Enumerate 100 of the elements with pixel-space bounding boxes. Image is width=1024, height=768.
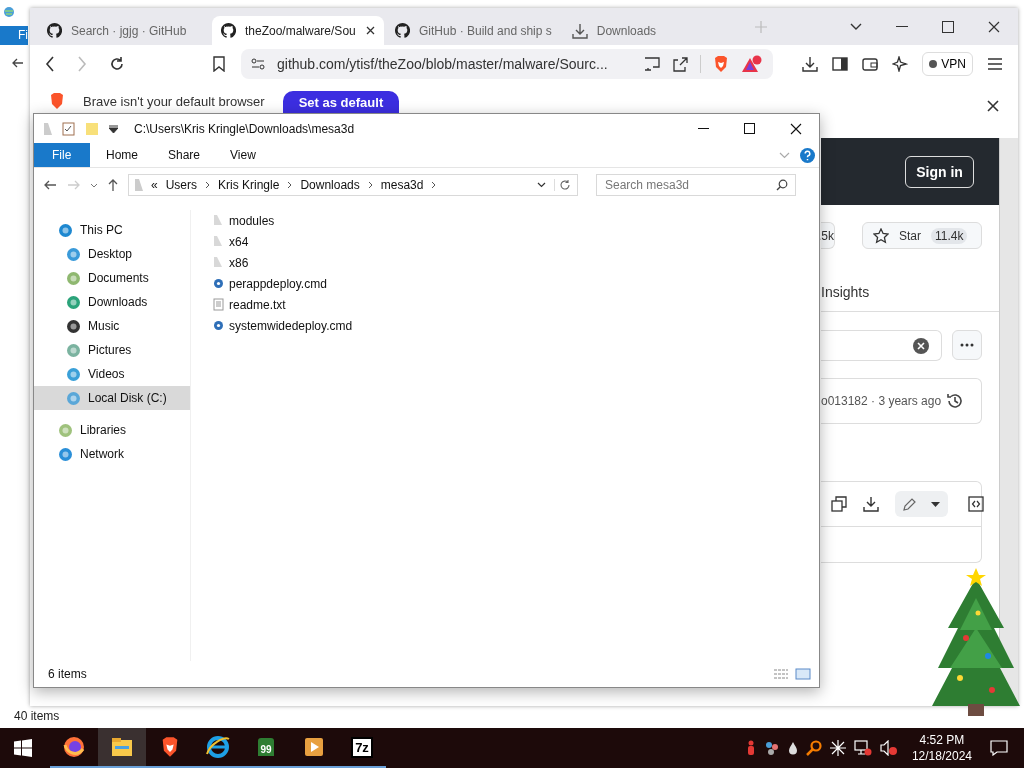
- fox-globe-icon: [63, 736, 85, 758]
- site-settings-icon[interactable]: [251, 57, 265, 70]
- nav-item[interactable]: Pictures: [34, 338, 190, 362]
- nav-item[interactable]: Libraries: [34, 418, 190, 442]
- ribbon-tab[interactable]: View: [216, 143, 270, 167]
- file-item[interactable]: perappdeploy.cmd: [213, 273, 353, 294]
- browser-tab[interactable]: theZoo/malware/Sou: [212, 16, 384, 45]
- sidebar-icon[interactable]: [832, 56, 849, 71]
- menu-icon[interactable]: [987, 56, 1003, 71]
- code-icon[interactable]: [968, 496, 984, 512]
- close-icon[interactable]: [366, 26, 375, 35]
- maximize-icon[interactable]: [942, 20, 954, 33]
- lion-icon: [49, 92, 65, 110]
- properties-icon[interactable]: [62, 121, 75, 136]
- minimize-icon[interactable]: [698, 127, 709, 130]
- folder-icon: [135, 179, 143, 191]
- taskbar-app[interactable]: 99: [242, 728, 290, 768]
- close-icon[interactable]: [987, 100, 999, 112]
- close-icon[interactable]: [988, 20, 1000, 33]
- caret-icon: [931, 501, 940, 507]
- copy-icon[interactable]: [831, 496, 847, 512]
- nav-item[interactable]: This PC: [34, 218, 190, 242]
- nav-item[interactable]: Music: [34, 314, 190, 338]
- nav-item[interactable]: Local Disk (C:): [34, 386, 190, 410]
- github-icon: [47, 23, 62, 38]
- windows-logo-icon[interactable]: [14, 739, 32, 757]
- file-item[interactable]: readme.txt: [213, 294, 353, 315]
- share-icon[interactable]: [672, 55, 688, 72]
- maximize-icon[interactable]: [744, 123, 755, 134]
- dropdown-icon[interactable]: [109, 124, 118, 133]
- notification-icon[interactable]: [990, 740, 1008, 756]
- cast-icon[interactable]: [644, 56, 660, 71]
- nav-item[interactable]: Network: [34, 442, 190, 466]
- gear-icon: [213, 320, 224, 331]
- help-icon[interactable]: [800, 147, 815, 163]
- address-field[interactable]: « Users Kris Kringle Downloads mesa3d: [128, 174, 578, 196]
- triangle-badge-icon[interactable]: [741, 54, 763, 73]
- edit-button[interactable]: [895, 491, 948, 517]
- up-arrow-icon[interactable]: [108, 178, 118, 192]
- figure-icon[interactable]: [745, 740, 756, 756]
- repo-tab[interactable]: Insights: [821, 284, 870, 300]
- ribbon-tab[interactable]: Share: [154, 143, 215, 167]
- sign-in-button[interactable]: Sign in: [905, 155, 974, 188]
- group-icon[interactable]: [763, 740, 780, 756]
- ribbon-tab[interactable]: Fi: [0, 26, 28, 45]
- taskbar-app[interactable]: 7z: [338, 728, 386, 768]
- download-icon[interactable]: [863, 496, 879, 512]
- file-search-field[interactable]: [821, 330, 942, 361]
- nav-item[interactable]: Desktop: [34, 242, 190, 266]
- drop-icon[interactable]: [787, 741, 798, 755]
- breadcrumb-item[interactable]: Kris Kringle: [218, 178, 280, 192]
- file-item[interactable]: x64: [213, 231, 353, 252]
- file-item[interactable]: modules: [213, 210, 353, 231]
- bookmark-icon[interactable]: [213, 55, 225, 72]
- ribbon-tab[interactable]: Home: [92, 143, 152, 167]
- file-item[interactable]: systemwidedeploy.cmd: [213, 315, 353, 336]
- browser-tab[interactable]: Search · jgjg · GitHub: [38, 16, 210, 45]
- asterisk-icon[interactable]: [829, 740, 846, 756]
- nav-item[interactable]: Documents: [34, 266, 190, 290]
- back-arrow-icon[interactable]: [12, 58, 24, 68]
- pin-icon: [44, 122, 52, 135]
- history-icon[interactable]: [946, 392, 964, 410]
- clock[interactable]: 4:52 PM 12/18/2024: [911, 732, 972, 764]
- browser-tab[interactable]: GitHub · Build and ship s: [386, 16, 561, 45]
- clear-icon[interactable]: [913, 337, 929, 354]
- minimize-icon[interactable]: [896, 25, 908, 28]
- back-arrow-icon[interactable]: [44, 180, 57, 190]
- reload-icon[interactable]: [109, 55, 125, 72]
- muted-speaker-icon[interactable]: [879, 740, 898, 756]
- nav-item[interactable]: Videos: [34, 362, 190, 386]
- breadcrumb-item[interactable]: Downloads: [300, 178, 360, 192]
- chevron-down-icon[interactable]: [537, 182, 546, 188]
- refresh-icon[interactable]: [554, 179, 571, 191]
- fork-count-button[interactable]: .5k: [821, 222, 835, 249]
- vpn-button[interactable]: VPN: [922, 51, 973, 76]
- breadcrumb-item[interactable]: mesa3d: [380, 178, 424, 192]
- download-icon[interactable]: [802, 55, 819, 72]
- breadcrumb-item[interactable]: Users: [165, 178, 198, 192]
- github-icon: [395, 23, 410, 38]
- breadcrumb-item[interactable]: «: [151, 178, 158, 192]
- nav-item[interactable]: Downloads: [34, 290, 190, 314]
- magnifier-icon[interactable]: [805, 740, 822, 756]
- set-default-button[interactable]: Set as default: [282, 91, 400, 113]
- chevron-down-icon[interactable]: [850, 22, 862, 31]
- network-icon[interactable]: [853, 740, 872, 756]
- close-icon[interactable]: [790, 122, 802, 135]
- search-icon[interactable]: [776, 179, 788, 191]
- back-icon[interactable]: [45, 55, 55, 72]
- file-item[interactable]: x86: [213, 252, 353, 273]
- ribbon-tab[interactable]: File: [34, 143, 90, 167]
- window-title: C:\Users\Kris Kringle\Downloads\mesa3d: [134, 121, 355, 136]
- address-bar[interactable]: github.com/ytisf/theZoo/blob/master/malware/Sourc...: [241, 48, 773, 79]
- star-button[interactable]: Star 11.4k: [862, 222, 982, 249]
- chevron-right-icon: [367, 181, 373, 189]
- browser-tab[interactable]: Downloads: [562, 16, 735, 45]
- wallet-icon[interactable]: [862, 56, 879, 71]
- lion-shield-icon[interactable]: [713, 54, 729, 73]
- sparkle-icon[interactable]: [892, 55, 909, 72]
- search-field[interactable]: Search mesa3d: [596, 174, 796, 196]
- taskbar-app[interactable]: [98, 728, 146, 768]
